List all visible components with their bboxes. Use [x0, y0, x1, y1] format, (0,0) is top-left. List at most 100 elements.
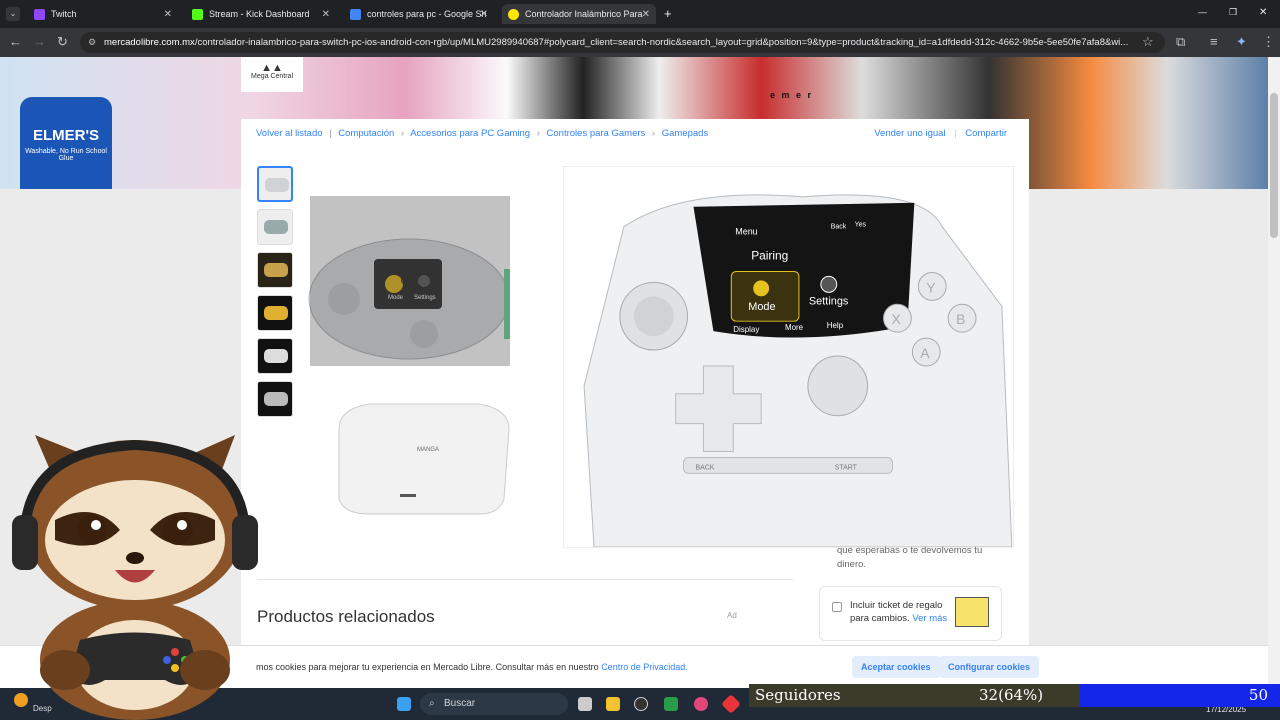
breadcrumb-accesorios[interactable]: Accesorios para PC Gaming [410, 128, 530, 139]
reload-icon[interactable]: ↻ [57, 34, 68, 50]
product-card: Volver al listado | Computación › Acceso… [241, 119, 1029, 688]
task-view-icon[interactable] [578, 697, 592, 711]
cookie-message: mos cookies para mejorar tu experiencia … [256, 662, 599, 672]
tab-kick-dashboard[interactable]: Stream - Kick Dashboard ✕ [186, 4, 336, 24]
sell-same-link[interactable]: Vender uno igual [874, 128, 945, 139]
gift-ticket-checkbox[interactable] [832, 602, 842, 612]
thumbnail-6[interactable] [257, 381, 293, 417]
page-scrollbar[interactable] [1268, 57, 1280, 688]
close-icon[interactable]: ✕ [322, 9, 330, 20]
brand-logo-text: ELMER'S [32, 127, 100, 144]
followers-progress: 32(64%) [979, 686, 1044, 704]
related-products-title: Productos relacionados [257, 607, 435, 626]
back-icon[interactable]: ← [9, 34, 22, 49]
breadcrumb-gamepads[interactable]: Gamepads [662, 128, 708, 139]
tab-label: controles para pc - Google Sho [367, 9, 487, 19]
screen-menu-text: Menu [735, 227, 757, 237]
button-a-label: A [920, 345, 930, 361]
reading-list-icon[interactable]: ≡ [1210, 34, 1218, 49]
tab-label: Stream - Kick Dashboard [209, 9, 310, 19]
back-button-label: BACK [695, 464, 714, 471]
zoom-cursor-icon: ⊕ [400, 275, 410, 287]
url-path: /controlador-inalambrico-para-switch-pc-… [194, 37, 1129, 48]
restore-button[interactable]: ❐ [1229, 7, 1237, 18]
screen-more-text: More [785, 323, 804, 332]
extensions-icon[interactable]: ⧉ [1176, 34, 1185, 50]
product-actions: Vender uno igual | Compartir [874, 128, 1007, 139]
controller-thumb-image [264, 349, 288, 363]
windows-start-icon[interactable] [397, 697, 411, 711]
accept-cookies-button[interactable]: Aceptar cookies [852, 656, 940, 678]
bookmark-star-icon[interactable]: ☆ [1142, 34, 1154, 50]
tab-search-button[interactable]: ⌄ [6, 7, 20, 21]
stand-label: MANGA [417, 447, 439, 453]
zoom-lens[interactable]: ⊕ [310, 196, 510, 366]
site-info-icon[interactable]: ⚙ [88, 32, 96, 53]
mercadolibre-icon [508, 8, 519, 20]
close-icon[interactable]: ✕ [164, 9, 172, 20]
gift-ticket-box: Incluir ticket de regalo para cambios. V… [819, 586, 1002, 641]
seller-logo-text: Mega Central [250, 73, 294, 80]
search-icon: ⌕ [429, 698, 435, 709]
privacy-center-link[interactable]: Centro de Privacidad. [601, 662, 688, 672]
back-to-list-link[interactable]: Volver al listado [256, 128, 323, 139]
see-more-link[interactable]: Ver más [912, 613, 947, 624]
app-red-icon[interactable] [721, 694, 741, 714]
close-icon[interactable]: ✕ [642, 9, 650, 20]
tab-google-shopping[interactable]: controles para pc - Google Sho ✕ [344, 4, 494, 24]
tab-twitch[interactable]: Twitch ✕ [28, 4, 178, 24]
screen-help-text: Help [827, 321, 844, 330]
close-icon[interactable]: ✕ [480, 9, 488, 20]
taskbar-search[interactable]: ⌕ Buscar [420, 693, 568, 715]
screen-display-text: Display [733, 325, 759, 334]
controller-thumb-image [265, 178, 289, 192]
breadcrumb-controles[interactable]: Controles para Gamers [547, 128, 646, 139]
tab-mercadolibre[interactable]: Controlador Inalámbrico Para S ✕ [502, 4, 656, 24]
tab-bar: ⌄ Twitch ✕ Stream - Kick Dashboard ✕ con… [0, 0, 1280, 28]
scrollbar-thumb[interactable] [1270, 93, 1278, 238]
close-window-button[interactable]: ✕ [1259, 7, 1267, 18]
forward-icon[interactable]: → [33, 34, 46, 49]
configure-cookies-button[interactable]: Configurar cookies [939, 656, 1040, 678]
app-green-icon[interactable] [664, 697, 678, 711]
followers-goal-overlay: Seguidores 32(64%) 50 [749, 684, 1280, 707]
google-shopping-icon [350, 8, 361, 20]
separator: | [954, 128, 957, 139]
divider [257, 579, 793, 580]
screen-pairing-text: Pairing [751, 249, 788, 263]
twitch-icon [34, 8, 45, 20]
file-explorer-icon[interactable] [606, 697, 620, 711]
controller-thumb-image [264, 306, 288, 320]
separator: | [329, 128, 332, 139]
thumbnail-5[interactable] [257, 338, 293, 374]
zoom-preview: Menu Back Yes Pairing Mode Settings Disp… [563, 166, 1014, 548]
raccoon-mascot-image [12, 435, 258, 720]
search-label: Buscar [444, 698, 476, 709]
button-x-label: X [891, 311, 900, 327]
url-field[interactable]: ⚙ mercadolibre.com.mx/controlador-inalam… [80, 32, 1165, 53]
headphones-band-text: e m e r [770, 90, 814, 100]
thumbnail-1[interactable] [257, 166, 293, 202]
thumbnail-2[interactable] [257, 209, 293, 245]
thumbnail-4[interactable] [257, 295, 293, 331]
gift-icon [955, 597, 989, 627]
thumbnail-3[interactable] [257, 252, 293, 288]
controller-thumb-image [264, 263, 288, 277]
screen-settings-text: Settings [809, 295, 849, 307]
breadcrumb-computacion[interactable]: Computación [338, 128, 394, 139]
followers-goal: 50 [1248, 686, 1268, 704]
screen-back-text: Back [831, 224, 847, 231]
app-pink-icon[interactable] [694, 697, 708, 711]
seller-logo[interactable]: ▲▲ Mega Central [241, 57, 303, 92]
start-button-label: START [835, 464, 858, 471]
new-tab-button[interactable]: + [664, 6, 672, 21]
cookie-text: mos cookies para mejorar tu experiencia … [256, 662, 688, 672]
kick-icon [192, 8, 203, 20]
menu-icon[interactable]: ⋮ [1262, 34, 1275, 50]
screen-yes-text: Yes [855, 222, 867, 229]
minimize-button[interactable]: — [1198, 7, 1207, 17]
obs-icon[interactable] [634, 697, 648, 711]
brand-sub-text: Washable, No Run School Glue [25, 148, 107, 162]
profile-icon[interactable]: ✦ [1236, 34, 1247, 50]
share-link[interactable]: Compartir [965, 128, 1007, 139]
